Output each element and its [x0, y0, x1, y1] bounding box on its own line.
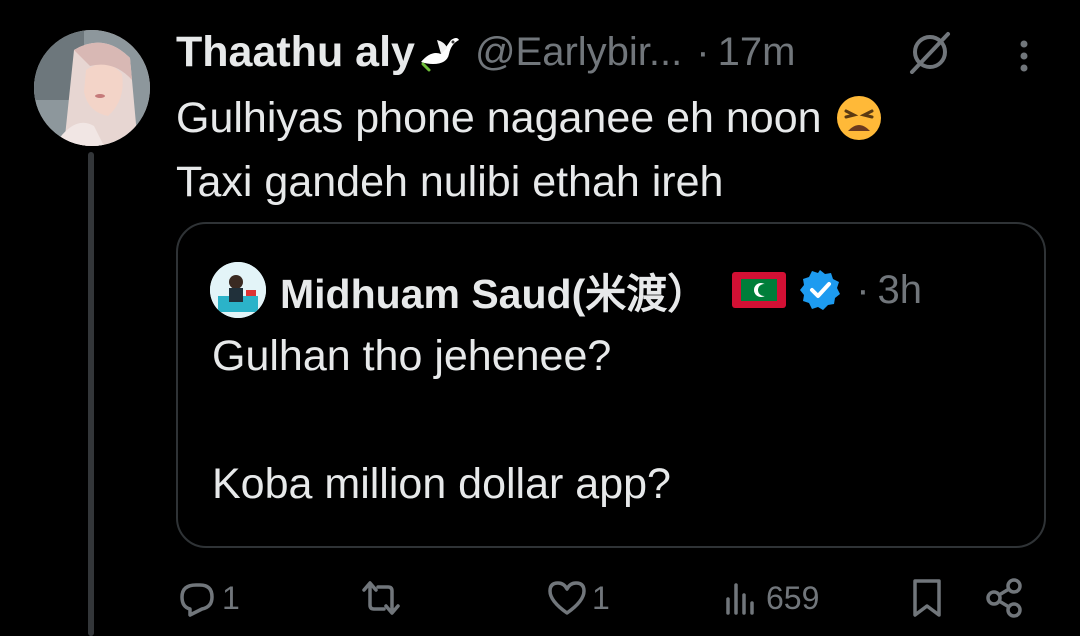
quoted-tweet-text: Gulhan tho jehenee? Koba million dollar … — [212, 332, 671, 508]
author-avatar[interactable] — [34, 30, 150, 146]
bookmark-button[interactable] — [906, 576, 948, 620]
retweet-icon — [362, 581, 400, 615]
reply-icon — [180, 583, 214, 617]
tweet-text: Gulhiyas phone naganee eh noon Taxi gand… — [176, 86, 882, 214]
share-button[interactable] — [984, 576, 1026, 620]
bookmark-icon — [913, 579, 941, 617]
like-icon — [548, 581, 586, 615]
quoted-header-separator: · — [856, 267, 870, 312]
thread-line — [88, 152, 94, 636]
action-bar: 1 1 659 — [0, 568, 1080, 628]
retweet-button[interactable] — [360, 576, 402, 620]
quoted-author-display-name[interactable]: Midhuam Saud(米渡） — [280, 260, 708, 320]
like-count: 1 — [592, 579, 610, 616]
quoted-tweet-header: Midhuam Saud(米渡） · 3h — [210, 260, 922, 320]
share-icon — [986, 578, 1022, 618]
quoted-author-avatar[interactable] — [210, 262, 266, 318]
tweet-card[interactable]: Thaathu aly @Earlybir... · 17m Gulhiyas … — [0, 0, 1080, 636]
quoted-tweet[interactable]: Midhuam Saud(米渡） · 3h Gulhan tho jehenee… — [176, 222, 1046, 548]
tweet-text-line-1: Gulhiyas phone naganee eh noon — [176, 94, 822, 142]
tweet-timestamp[interactable]: 17m — [718, 30, 796, 75]
dove-icon — [420, 38, 459, 72]
reply-count: 1 — [222, 579, 240, 616]
tweet-text-line-2: Taxi gandeh nulibi ethah ireh — [176, 158, 724, 206]
author-handle[interactable]: @Earlybir... — [475, 30, 682, 75]
views-count: 659 — [766, 579, 820, 616]
quoted-tweet-timestamp[interactable]: 3h — [878, 268, 923, 313]
verified-badge-icon[interactable] — [798, 268, 842, 312]
header-separator: · — [696, 29, 710, 74]
tweet-header: Thaathu aly @Earlybir... · 17m — [176, 22, 795, 82]
maldives-flag-icon — [732, 272, 787, 308]
grok-icon[interactable] — [906, 30, 954, 74]
like-button[interactable]: 1 — [546, 576, 610, 620]
weary-face-emoji — [836, 96, 881, 140]
views-icon — [726, 583, 754, 615]
reply-button[interactable]: 1 — [176, 576, 240, 620]
views-button[interactable]: 659 — [720, 576, 819, 620]
more-icon[interactable] — [1004, 36, 1044, 76]
author-display-name[interactable]: Thaathu aly — [176, 28, 415, 77]
